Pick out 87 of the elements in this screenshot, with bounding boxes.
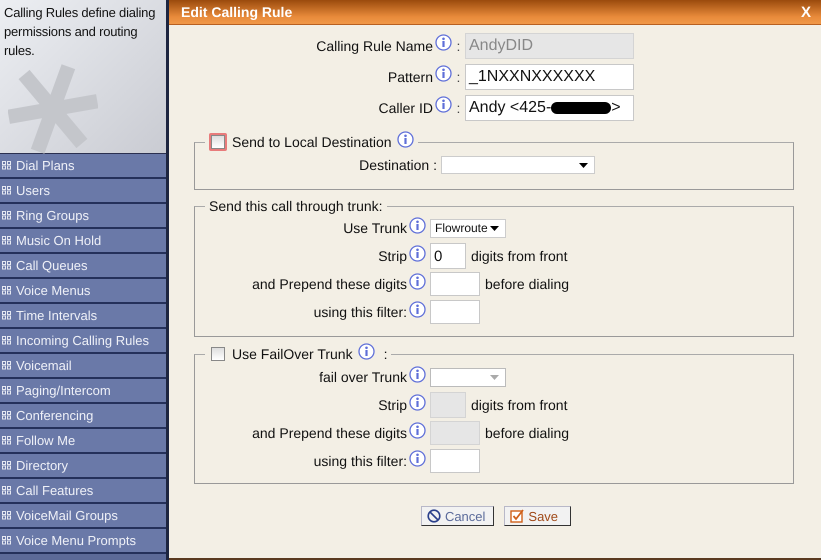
caret-icon — [579, 162, 588, 168]
info-icon[interactable] — [435, 65, 452, 82]
info-icon[interactable] — [409, 422, 426, 438]
grid-icon — [2, 486, 12, 495]
grid-icon — [2, 261, 12, 270]
field-label: using this filter: — [314, 304, 407, 320]
info-icon[interactable] — [409, 216, 426, 234]
info-icon[interactable] — [358, 342, 375, 360]
grid-icon — [2, 361, 12, 370]
close-button[interactable]: X — [800, 4, 811, 20]
field-label: Caller ID — [378, 100, 433, 116]
nav-item[interactable]: Voicemail — [0, 354, 166, 379]
info-icon[interactable] — [409, 244, 426, 262]
grid-icon — [2, 311, 12, 320]
text-field[interactable] — [430, 272, 480, 296]
grid-icon — [2, 461, 12, 470]
grid-icon — [2, 236, 12, 245]
asterisk-icon — [8, 64, 98, 154]
grid-icon — [2, 336, 12, 345]
nav-item[interactable]: Users — [0, 179, 166, 204]
info-icon[interactable] — [409, 300, 426, 318]
field-label: Strip — [378, 248, 407, 264]
nav-item[interactable]: Time Intervals — [0, 304, 166, 329]
info-icon[interactable] — [396, 130, 414, 148]
field-label: fail over Trunk — [319, 369, 407, 385]
field-label: Calling Rule Name — [316, 38, 433, 54]
text-field[interactable]: _1NXXNXXXXXX — [465, 64, 634, 90]
nav-item[interactable]: Incoming Calling Rules — [0, 329, 166, 354]
nav-item[interactable]: Paging/Intercom — [0, 379, 166, 404]
grid-icon — [2, 161, 12, 170]
nav-item[interactable]: Voice Menus — [0, 279, 166, 304]
colon-text: : — [456, 68, 462, 84]
save-button[interactable]: Save — [504, 506, 572, 526]
field-label: Pattern — [388, 68, 433, 84]
field-label: Destination : — [359, 157, 437, 173]
field-label: using this filter: — [314, 453, 407, 469]
nav-item[interactable]: Call Features — [0, 479, 166, 504]
field-label: and Prepend these digits — [252, 425, 407, 441]
info-icon[interactable] — [435, 96, 452, 113]
checkbox[interactable] — [211, 347, 225, 361]
grid-icon — [2, 286, 12, 295]
field-label: Use Trunk — [343, 220, 407, 236]
caret-icon — [490, 226, 499, 230]
checkbox-label: Use FailOver Trunk — [232, 346, 353, 362]
colon-text: : — [456, 38, 462, 54]
field-hint: digits from front — [471, 248, 568, 264]
colon-text: : — [456, 100, 462, 116]
nav-item[interactable]: Conferencing — [0, 404, 166, 429]
field-label: Strip — [378, 397, 407, 413]
field-label: and Prepend these digits — [252, 276, 407, 292]
info-icon[interactable] — [409, 394, 426, 410]
trunk-dropdown[interactable]: Flowroute — [430, 218, 506, 238]
nav-item[interactable]: Music On Hold — [0, 229, 166, 254]
info-icon[interactable] — [435, 34, 452, 51]
nav-item[interactable]: Dial Plans — [0, 154, 166, 179]
field-hint: before dialing — [485, 276, 570, 292]
text-field[interactable] — [430, 300, 480, 324]
grid-icon — [2, 186, 12, 195]
text-field[interactable]: Andy <425- > — [465, 94, 634, 120]
colon-text: : — [384, 346, 388, 362]
nav-item[interactable]: Ring Groups — [0, 204, 166, 229]
grid-icon — [2, 386, 12, 395]
grid-icon — [2, 211, 12, 220]
nav-item[interactable]: Call Queues — [0, 254, 166, 279]
info-icon[interactable] — [409, 272, 426, 290]
cancel-button[interactable]: Cancel — [420, 506, 494, 526]
description-text: Calling Rules define dialing permissions and routing rules. — [4, 4, 156, 60]
field-hint: digits from front — [471, 397, 568, 413]
cancel-icon — [426, 509, 441, 523]
text-field[interactable] — [430, 449, 480, 473]
info-icon[interactable] — [409, 450, 426, 466]
nav-item[interactable]: Follow Me — [0, 429, 166, 454]
info-icon[interactable] — [409, 366, 426, 382]
caret-icon — [490, 374, 499, 380]
field-hint: before dialing — [485, 425, 570, 441]
nav-item[interactable]: Directory — [0, 454, 166, 479]
nav-item[interactable]: VoiceMail Groups — [0, 504, 166, 529]
grid-icon — [2, 436, 12, 445]
checkbox-label: Send to Local Destination — [232, 134, 392, 150]
grid-icon — [2, 536, 12, 545]
checkbox-icon — [510, 509, 524, 523]
grid-icon — [2, 511, 12, 520]
text-field[interactable]: 0 — [430, 243, 466, 269]
grid-icon — [2, 411, 12, 420]
nav-item[interactable]: Voice Menu Prompts — [0, 529, 166, 554]
section-title: Send this call through trunk: — [209, 198, 383, 214]
dialog-title: Edit Calling Rule — [181, 4, 292, 20]
